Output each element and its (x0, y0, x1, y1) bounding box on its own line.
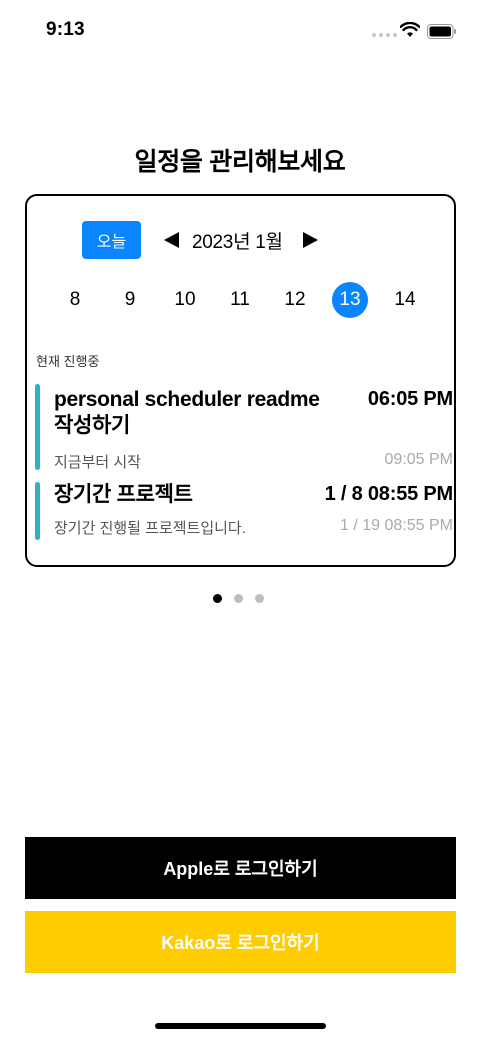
next-month-icon[interactable] (303, 232, 318, 248)
day-cell[interactable]: 9 (112, 282, 148, 318)
cellular-signal-icon (372, 33, 397, 37)
wifi-icon (400, 22, 420, 37)
event-title: 장기간 프로젝트 (54, 483, 193, 506)
event-start-time: 06:05 PM (367, 388, 453, 410)
day-cell[interactable]: 12 (277, 282, 313, 318)
page-dot[interactable] (234, 594, 243, 603)
event-end-time: 09:05 PM (384, 451, 453, 468)
day-cell[interactable]: 14 (387, 282, 423, 318)
event-subtitle: 지금부터 시작 (54, 454, 141, 471)
day-cell-selected[interactable]: 13 (332, 282, 368, 318)
day-cell[interactable]: 8 (57, 282, 93, 318)
kakao-login-button[interactable]: Kakao로 로그인하기 (25, 911, 456, 973)
event-subtitle: 장기간 진행될 프로젝트입니다. (54, 520, 246, 537)
home-indicator (155, 1023, 326, 1029)
today-button[interactable]: 오늘 (82, 221, 141, 259)
day-cell[interactable]: 11 (222, 282, 258, 318)
status-bar: 9:13 (0, 0, 480, 60)
event-color-bar (35, 384, 40, 470)
day-cell[interactable]: 10 (167, 282, 203, 318)
event-end-time: 1 / 19 08:55 PM (340, 517, 453, 534)
page-dot[interactable] (255, 594, 264, 603)
status-time: 9:13 (46, 19, 85, 40)
calendar-preview-card: 오늘 2023년 1월 8 9 10 11 12 13 14 현재 진행중 pe… (25, 194, 456, 567)
page-indicator[interactable] (213, 594, 264, 603)
page-dot-active[interactable] (213, 594, 222, 603)
prev-month-icon[interactable] (164, 232, 179, 248)
event-start-time: 1 / 8 08:55 PM (324, 483, 454, 505)
battery-icon (427, 24, 456, 39)
onboarding-headline: 일정을 관리해보세요 (134, 148, 346, 176)
month-label: 2023년 1월 (192, 232, 283, 253)
event-color-bar (35, 482, 40, 540)
event-title: personal scheduler readme 작성하기 (54, 388, 320, 437)
event-item[interactable]: personal scheduler readme 작성하기 06:05 PM … (35, 384, 453, 472)
event-item[interactable]: 장기간 프로젝트 1 / 8 08:55 PM 장기간 진행될 프로젝트입니다.… (35, 482, 453, 540)
apple-login-button[interactable]: Apple로 로그인하기 (25, 837, 456, 899)
in-progress-label: 현재 진행중 (36, 354, 100, 369)
